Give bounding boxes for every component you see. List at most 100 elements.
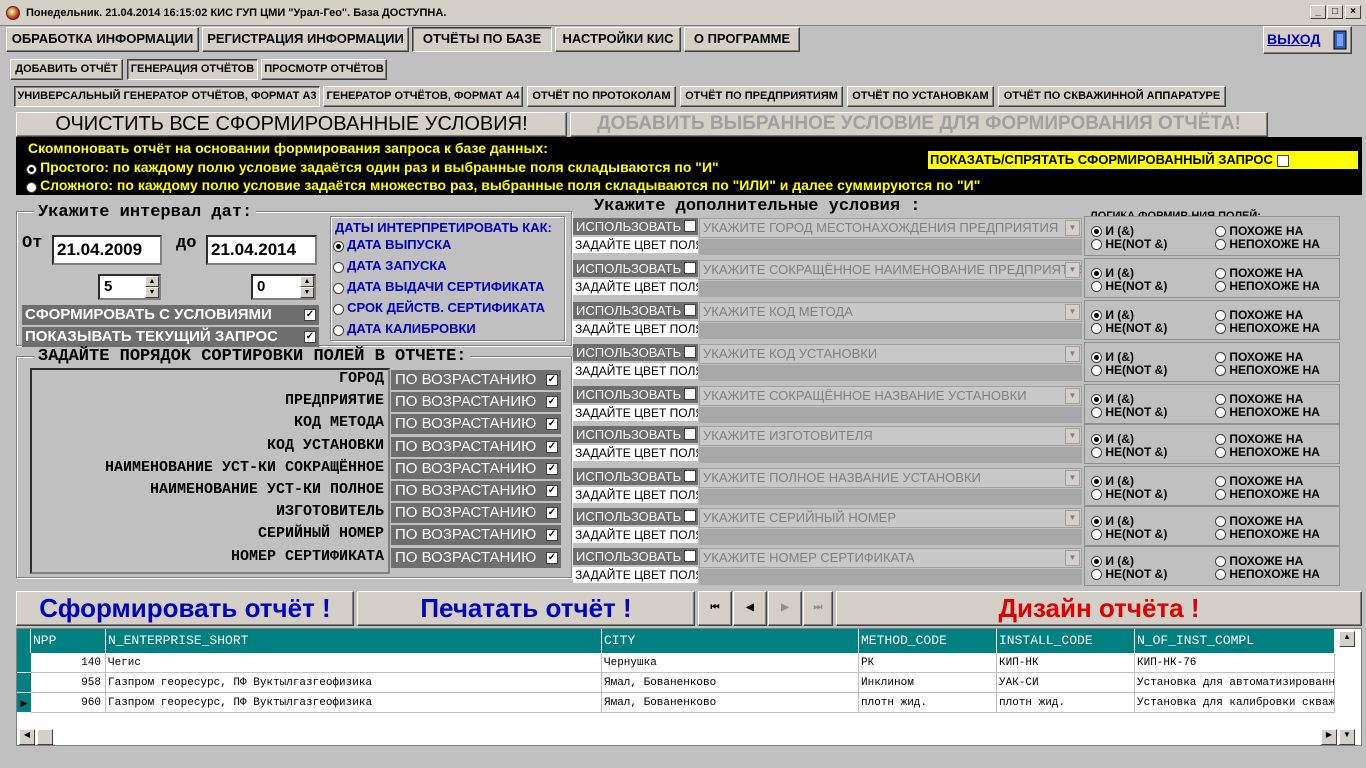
interpret-radio[interactable] [333, 261, 344, 273]
use-check[interactable] [684, 304, 696, 316]
logic-unlike-option[interactable]: НЕПОХОЖЕ НА [1215, 568, 1320, 581]
interpret-option[interactable]: ДАТА КАЛИБРОВКИ [333, 321, 476, 336]
table-cell[interactable]: Установка для автоматизированной [1135, 673, 1335, 693]
logic-not-radio[interactable] [1091, 281, 1102, 293]
field-color-button[interactable]: ЗАДАЙТЕ ЦВЕТ ПОЛЯ [573, 567, 698, 583]
scroll-left-icon[interactable]: ◀ [19, 729, 35, 745]
simple-option[interactable]: Простого: по каждому полю условие задаёт… [26, 159, 719, 175]
condition-combo[interactable]: УКАЖИТЕ ИЗГОТОВИТЕЛЯ ▼ [699, 426, 1082, 446]
use-checkbox[interactable]: ИСПОЛЬЗОВАТЬ [573, 344, 698, 361]
logic-not-option[interactable]: НЕ(NOT &) [1091, 488, 1167, 501]
logic-not-radio[interactable] [1091, 447, 1102, 459]
table-row[interactable]: 140 Чегис Чернушка РК КИП-НК КИП-НК-76 [31, 653, 1335, 673]
logic-not-radio[interactable] [1091, 569, 1102, 581]
nav-prev-button[interactable]: ◀ [733, 591, 767, 626]
logic-not-option[interactable]: НЕ(NOT &) [1091, 364, 1167, 377]
logic-unlike-option[interactable]: НЕПОХОЖЕ НА [1215, 446, 1320, 459]
field-color-button[interactable]: ЗАДАЙТЕ ЦВЕТ ПОЛЯ [573, 445, 698, 461]
field-color-button[interactable]: ЗАДАЙТЕ ЦВЕТ ПОЛЯ [573, 279, 698, 295]
table-cell[interactable]: 960 [31, 693, 106, 713]
interpret-radio[interactable] [333, 324, 344, 336]
scroll-down-icon[interactable]: ▼ [1339, 729, 1355, 745]
use-check[interactable] [684, 262, 696, 274]
table-cell[interactable]: КИП-НК-76 [1135, 653, 1335, 673]
table-row[interactable]: 960 Газпром георесурс, ПФ Вуктылгазгеофиз… [31, 693, 1335, 713]
add-condition-button[interactable]: ДОБАВИТЬ ВЫБРАННОЕ УСЛОВИЕ ДЛЯ ФОРМИРОВА… [570, 112, 1268, 137]
tab-add-report[interactable]: ДОБАВИТЬ ОТЧЁТ [10, 59, 123, 80]
chevron-down-icon[interactable]: ▼ [1065, 304, 1080, 320]
chevron-down-icon[interactable]: ▼ [1065, 220, 1080, 236]
tab-borehole-equipment[interactable]: ОТЧЁТ ПО СКВАЖИННОЙ АППАРАТУРЕ [998, 86, 1226, 107]
use-checkbox[interactable]: ИСПОЛЬЗОВАТЬ [573, 468, 698, 485]
tab-view-reports[interactable]: ПРОСМОТР ОТЧЁТОВ [261, 59, 387, 80]
table-cell[interactable]: Установка для калибровки скважинных [1135, 693, 1335, 713]
logic-unlike-radio[interactable] [1215, 407, 1226, 419]
use-checkbox[interactable]: ИСПОЛЬЗОВАТЬ [573, 548, 698, 565]
logic-not-option[interactable]: НЕ(NOT &) [1091, 322, 1167, 335]
table-cell[interactable]: КИП-НК [997, 653, 1135, 673]
field-color-button[interactable]: ЗАДАЙТЕ ЦВЕТ ПОЛЯ [573, 237, 698, 253]
show-query-checkbox[interactable]: ПОКАЗЫВАТЬ ТЕКУЩИЙ ЗАПРОС ✓ [22, 327, 319, 347]
chevron-down-icon[interactable]: ▼ [1065, 510, 1080, 526]
sort-order-check[interactable]: ✓ [546, 529, 558, 542]
tab-generate-reports[interactable]: ГЕНЕРАЦИЯ ОТЧЁТОВ [127, 59, 258, 80]
table-cell[interactable]: Газпром георесурс, ПФ Вуктылгазгеофизика [106, 673, 602, 693]
sort-order-checkbox[interactable]: ПО ВОЗРАСТАНИЮ ✓ [391, 525, 561, 546]
spin-up-icon[interactable]: ▲ [300, 276, 314, 287]
data-grid[interactable]: NPP N_ENTERPRISE_SHORT CITY METHOD_CODE INST… [16, 628, 1362, 746]
use-checkbox[interactable]: ИСПОЛЬЗОВАТЬ [573, 302, 698, 319]
row-indicator[interactable] [17, 653, 31, 673]
logic-not-radio[interactable] [1091, 529, 1102, 541]
table-cell[interactable]: УАК-СИ [997, 673, 1135, 693]
table-cell[interactable]: Чегис [106, 653, 602, 673]
use-check[interactable] [684, 388, 696, 400]
use-checkbox[interactable]: ИСПОЛЬЗОВАТЬ [573, 426, 698, 443]
logic-like-radio[interactable] [1215, 516, 1226, 528]
table-cell[interactable]: плотн жид. [859, 693, 997, 713]
date-from-input[interactable]: 21.04.2009 [52, 235, 162, 265]
logic-not-option[interactable]: НЕ(NOT &) [1091, 528, 1167, 541]
logic-and-radio[interactable] [1091, 394, 1102, 406]
use-check[interactable] [684, 220, 696, 232]
menu-reports[interactable]: ОТЧЁТЫ ПО БАЗЕ [412, 27, 552, 52]
complex-radio[interactable] [26, 181, 37, 193]
chevron-down-icon[interactable]: ▼ [1065, 428, 1080, 444]
spin-from[interactable]: 5 ▲ ▼ [98, 274, 161, 300]
logic-not-radio[interactable] [1091, 365, 1102, 377]
logic-not-radio[interactable] [1091, 323, 1102, 335]
logic-unlike-option[interactable]: НЕПОХОЖЕ НА [1215, 322, 1320, 335]
interpret-radio[interactable] [333, 282, 344, 294]
logic-not-option[interactable]: НЕ(NOT &) [1091, 238, 1167, 251]
tab-enterprises[interactable]: ОТЧЁТ ПО ПРЕДПРИЯТИЯМ [680, 86, 843, 107]
table-cell[interactable]: Чернушка [602, 653, 859, 673]
tab-protocols[interactable]: ОТЧЁТ ПО ПРОТОКОЛАМ [527, 86, 676, 107]
use-checkbox[interactable]: ИСПОЛЬЗОВАТЬ [573, 508, 698, 525]
interpret-option[interactable]: СРОК ДЕЙСТВ. СЕРТИФИКАТА [333, 300, 545, 315]
interpret-option[interactable]: ДАТА ВЫДАЧИ СЕРТИФИКАТА [333, 279, 545, 294]
tab-universal-a3[interactable]: УНИВЕРСАЛЬНЫЙ ГЕНЕРАТОР ОТЧЁТОВ, ФОРМАТ … [14, 86, 320, 107]
interpret-option[interactable]: ДАТА ВЫПУСКА [333, 237, 451, 252]
sort-order-check[interactable]: ✓ [546, 440, 558, 453]
field-color-button[interactable]: ЗАДАЙТЕ ЦВЕТ ПОЛЯ [573, 527, 698, 543]
sort-order-check[interactable]: ✓ [546, 462, 558, 475]
exit-button[interactable]: ВЫХОД [1263, 26, 1352, 54]
sort-order-checkbox[interactable]: ПО ВОЗРАСТАНИЮ ✓ [391, 481, 561, 501]
use-check[interactable] [684, 346, 696, 358]
menu-registration[interactable]: РЕГИСТРАЦИЯ ИНФОРМАЦИИ [202, 27, 409, 52]
row-indicator[interactable]: ▶ [17, 693, 31, 713]
sort-order-checkbox[interactable]: ПО ВОЗРАСТАНИЮ ✓ [391, 392, 561, 413]
form-report-button[interactable]: Сформировать отчёт ! [16, 591, 354, 626]
logic-unlike-option[interactable]: НЕПОХОЖЕ НА [1215, 488, 1320, 501]
table-cell[interactable]: РК [859, 653, 997, 673]
chevron-down-icon[interactable]: ▼ [1065, 262, 1080, 278]
logic-unlike-radio[interactable] [1215, 365, 1226, 377]
scroll-up-icon[interactable]: ▲ [1339, 631, 1355, 647]
logic-like-radio[interactable] [1215, 310, 1226, 322]
logic-like-radio[interactable] [1215, 352, 1226, 364]
logic-not-option[interactable]: НЕ(NOT &) [1091, 280, 1167, 293]
print-report-button[interactable]: Печатать отчёт ! [357, 591, 695, 626]
sort-order-checkbox[interactable]: ПО ВОЗРАСТАНИЮ ✓ [391, 370, 561, 390]
logic-not-option[interactable]: НЕ(NOT &) [1091, 406, 1167, 419]
table-cell[interactable]: Ямал, Бованенково [602, 693, 859, 713]
logic-not-radio[interactable] [1091, 239, 1102, 251]
